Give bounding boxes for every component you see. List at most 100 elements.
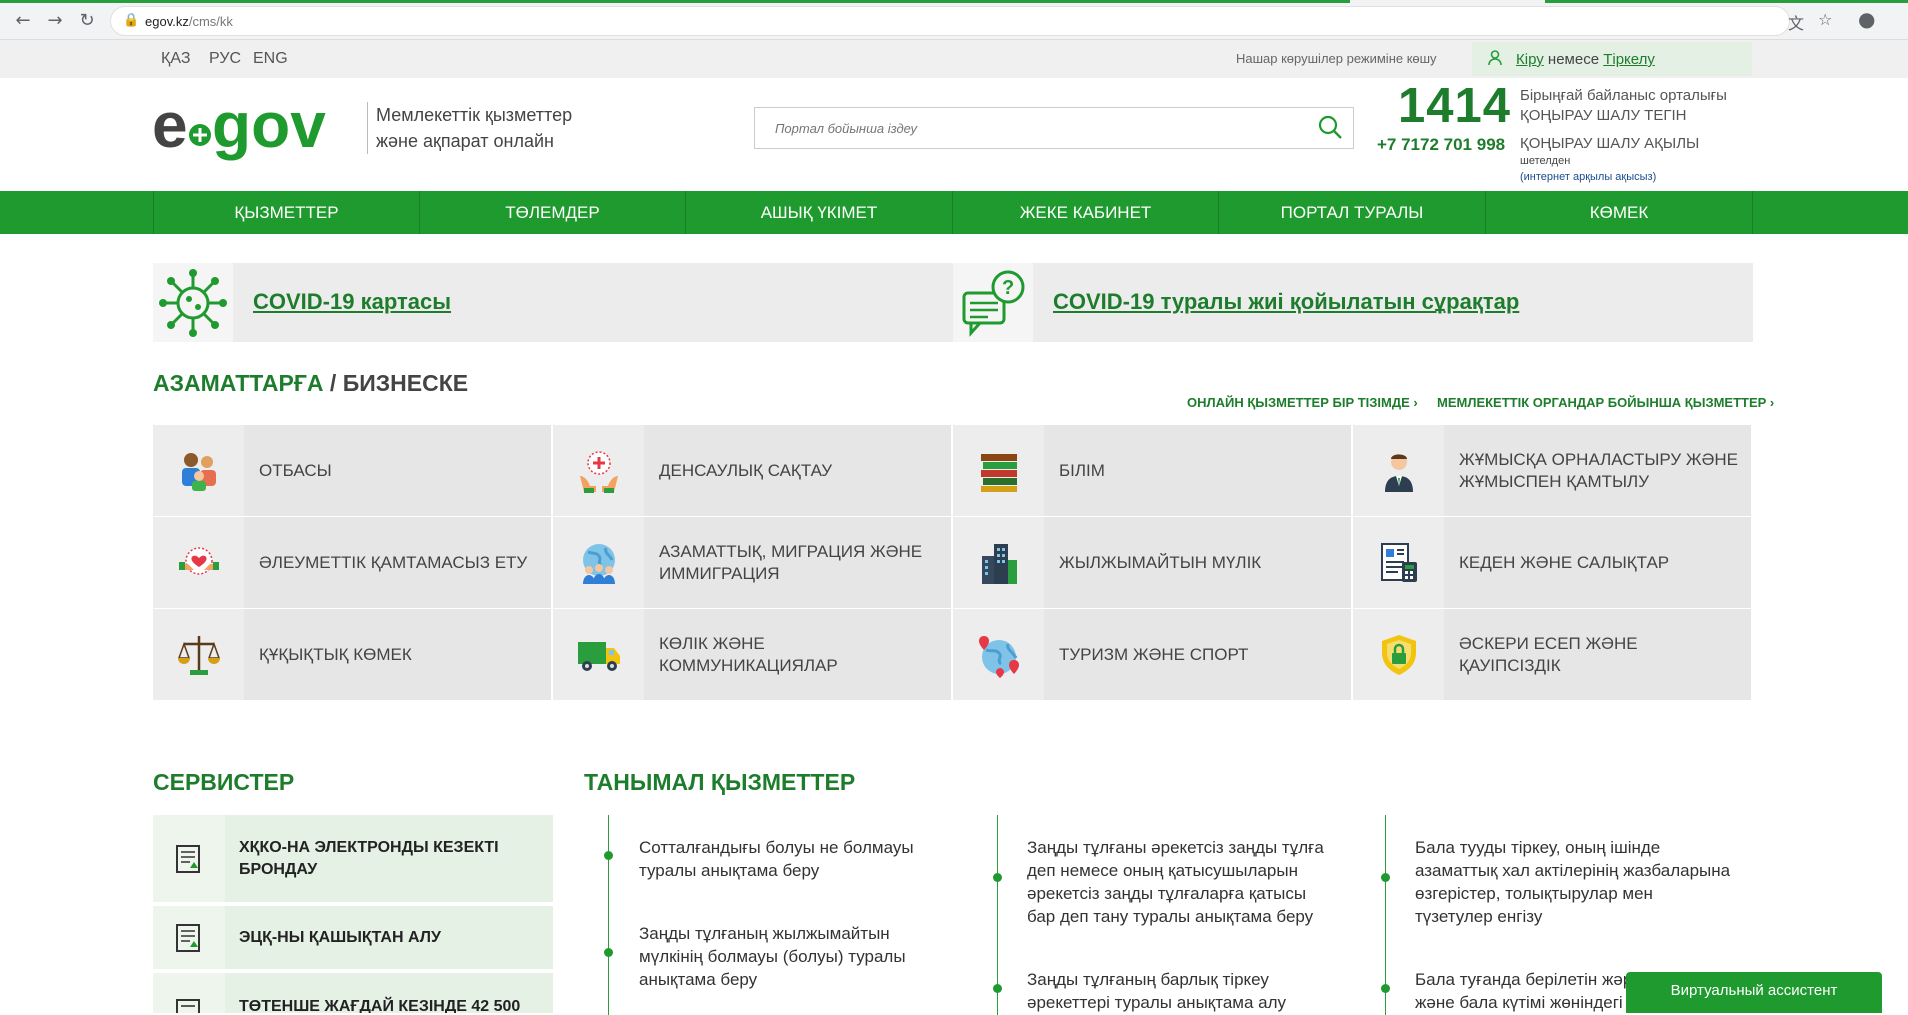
timeline-dot — [604, 948, 613, 957]
category-tile-employment[interactable]: ЖҰМЫСҚА ОРНАЛАСТЫРУ ЖӘНЕ ЖҰМЫСПЕН ҚАМТЫЛ… — [1353, 425, 1751, 516]
covid-faq-link[interactable]: COVID-19 туралы жиі қойылатын сұрақтар — [1053, 289, 1519, 315]
category-tile-legal-aid[interactable]: ҚҰҚЫҚТЫҚ КӨМЕК — [153, 609, 551, 700]
search-input[interactable] — [755, 108, 1305, 148]
globe-pin-icon — [953, 609, 1044, 700]
service-label: ХҚКО-НА ЭЛЕКТРОНДЫ КЕЗЕКТІ БРОНДАУ — [239, 838, 499, 878]
page-load-progress-2 — [1545, 0, 1908, 3]
low-vision-mode-link[interactable]: Нашар көрушілер режиміне көшу — [1236, 51, 1437, 66]
lang-en[interactable]: ENG — [253, 50, 288, 68]
popular-service-link[interactable]: Заңды тұлғаның барлық тіркеу әрекеттері … — [1027, 968, 1332, 1013]
category-label: КЕДЕН ЖӘНЕ САЛЫҚТАР — [1459, 552, 1670, 572]
category-tile-social-security[interactable]: ӘЛЕУМЕТТІК ҚАМТАМАСЫЗ ЕТУ — [153, 517, 551, 608]
star-icon[interactable]: ☆ — [1818, 10, 1832, 29]
popular-service-link[interactable]: Бала тууды тіркеу, оның ішінде азаматтық… — [1415, 836, 1735, 928]
category-label: ОТБАСЫ — [259, 460, 332, 480]
family-icon — [153, 425, 244, 516]
all-services-link[interactable]: ОНЛАЙН ҚЫЗМЕТТЕР БІР ТІЗІМДЕ › — [1187, 395, 1418, 410]
tab-separator: / — [323, 370, 343, 396]
covid-map-banner[interactable]: COVID-19 картасы — [153, 263, 953, 342]
category-label: ӘСКЕРИ ЕСЕП ЖӘНЕ ҚАУІПСІЗДІК — [1459, 633, 1638, 675]
lang-ru[interactable]: РУС — [209, 50, 241, 68]
tagline-line2: және ақпарат онлайн — [376, 131, 554, 151]
timeline-line — [608, 815, 609, 1015]
category-tile-health[interactable]: ДЕНСАУЛЫҚ САҚТАУ — [553, 425, 951, 516]
nav-personal-cabinet[interactable]: ЖЕКЕ КАБИНЕТ — [953, 191, 1219, 234]
lang-kz[interactable]: ҚАЗ — [161, 50, 190, 68]
egov-logo[interactable]: e gov — [152, 89, 342, 162]
tab-citizens[interactable]: АЗАМАТТАРҒА — [153, 370, 324, 396]
hotline-number[interactable]: 1414 — [1398, 78, 1511, 134]
abroad-label: шетелден — [1520, 155, 1571, 167]
covid-map-link[interactable]: COVID-19 картасы — [253, 289, 451, 315]
search-icon[interactable] — [1317, 114, 1343, 145]
shield-lock-icon — [1353, 609, 1444, 700]
health-icon — [553, 425, 644, 516]
svg-text:gov: gov — [212, 92, 326, 161]
nav-help[interactable]: КӨМЕК — [1486, 191, 1753, 234]
service-emergency-payment[interactable]: ТӨТЕНШЕ ЖАҒДАЙ КЕЗІНДЕ 42 500 — [153, 973, 553, 1013]
tab-business[interactable]: БИЗНЕСКЕ — [343, 370, 468, 396]
category-label: ӘЛЕУМЕТТІК ҚАМТАМАСЫЗ ЕТУ — [259, 552, 528, 572]
services-title: СЕРВИСТЕР — [153, 769, 295, 795]
account-icon[interactable]: ● — [1858, 7, 1875, 31]
popular-service-link[interactable]: Сотталғандығы болуы не болмауы туралы ан… — [639, 836, 929, 882]
tax-document-icon — [1353, 517, 1444, 608]
document-icon — [153, 815, 225, 902]
timeline-dot — [993, 984, 1002, 993]
nav-payments[interactable]: ТӨЛЕМДЕР — [420, 191, 686, 234]
covid-faq-banner[interactable]: ? COVID-19 туралы жиі қойылатын сұрақтар — [953, 263, 1753, 342]
search-box — [754, 107, 1354, 149]
category-tile-transport-communications[interactable]: КӨЛІК ЖӘНЕ КОММУНИКАЦИЯЛАР — [553, 609, 951, 700]
tagline-line1: Мемлекеттік қызметтер — [376, 105, 573, 125]
paid-phone-number[interactable]: +7 7172 701 998 — [1377, 135, 1505, 155]
site-tagline: Мемлекеттік қызметтер және ақпарат онлай… — [367, 102, 607, 154]
category-label: КӨЛІК ЖӘНЕ КОММУНИКАЦИЯЛАР — [659, 633, 838, 675]
truck-icon — [553, 609, 644, 700]
timeline-dot — [993, 873, 1002, 882]
register-link[interactable]: Тіркелу — [1603, 51, 1655, 68]
hotline-label-2: ҚОҢЫРАУ ШАЛУ ТЕГІН — [1520, 107, 1687, 124]
document-icon — [153, 906, 225, 969]
service-label: ТӨТЕНШЕ ЖАҒДАЙ КЕЗІНДЕ 42 500 — [239, 998, 521, 1013]
nav-open-government[interactable]: АШЫҚ ҮКІМЕТ — [686, 191, 953, 234]
nav-services[interactable]: ҚЫЗМЕТТЕР — [153, 191, 420, 234]
timeline-dot — [1381, 873, 1390, 882]
category-tile-military-security[interactable]: ӘСКЕРИ ЕСЕП ЖӘНЕ ҚАУІПСІЗДІК — [1353, 609, 1751, 700]
social-care-icon — [153, 517, 244, 608]
nav-about-portal[interactable]: ПОРТАЛ ТУРАЛЫ — [1219, 191, 1486, 234]
forward-icon[interactable]: → — [42, 8, 68, 34]
timeline-dot — [604, 851, 613, 860]
popular-services-title: ТАНЫМАЛ ҚЫЗМЕТТЕР — [584, 769, 856, 795]
lock-icon: 🔒 — [123, 13, 140, 28]
popular-service-link[interactable]: Заңды тұлғаның жылжымайтын мүлкінің болм… — [639, 922, 929, 991]
svg-text:?: ? — [1002, 277, 1014, 299]
category-tile-customs-taxes[interactable]: КЕДЕН ЖӘНЕ САЛЫҚТАР — [1353, 517, 1751, 608]
timeline-dot — [1381, 984, 1390, 993]
service-label: ЭЦҚ-НЫ ҚАШЫҚТАН АЛУ — [239, 928, 441, 946]
service-remote-eds[interactable]: ЭЦҚ-НЫ ҚАШЫҚТАН АЛУ — [153, 906, 553, 969]
address-bar[interactable]: 🔒 egov.kz/cms/kk — [110, 6, 1790, 36]
translate-icon[interactable]: ⽂ — [1788, 10, 1804, 34]
buildings-icon — [953, 517, 1044, 608]
category-label: ТУРИЗМ ЖӘНЕ СПОРТ — [1059, 644, 1249, 664]
faq-chat-icon: ? — [953, 263, 1033, 342]
employee-icon — [1353, 425, 1444, 516]
hotline-label-1: Бірыңғай байланыс орталығы — [1520, 87, 1727, 104]
virtual-assistant-button[interactable]: Виртуальный ассистент — [1626, 972, 1882, 1013]
user-icon — [1488, 50, 1502, 70]
reload-icon[interactable]: ↻ — [74, 8, 100, 34]
category-tile-tourism-sport[interactable]: ТУРИЗМ ЖӘНЕ СПОРТ — [953, 609, 1351, 700]
category-label: ЖҰМЫСҚА ОРНАЛАСТЫРУ ЖӘНЕ ЖҰМЫСПЕН ҚАМТЫЛ… — [1459, 449, 1739, 491]
category-tile-citizenship-migration[interactable]: АЗАМАТТЫҚ, МИГРАЦИЯ ЖӘНЕ ИММИГРАЦИЯ — [553, 517, 951, 608]
category-tile-education[interactable]: БІЛІМ — [953, 425, 1351, 516]
popular-service-link[interactable]: Заңды тұлғаны әрекетсіз заңды тұлға деп … — [1027, 836, 1332, 928]
back-icon[interactable]: ← — [10, 8, 36, 34]
services-by-agency-link[interactable]: МЕМЛЕКЕТТІК ОРГАНДАР БОЙЫНША ҚЫЗМЕТТЕР › — [1437, 395, 1774, 410]
category-label: ДЕНСАУЛЫҚ САҚТАУ — [659, 460, 833, 480]
login-link[interactable]: Кіру — [1516, 51, 1544, 68]
scales-icon — [153, 609, 244, 700]
service-queue-booking[interactable]: ХҚКО-НА ЭЛЕКТРОНДЫ КЕЗЕКТІ БРОНДАУ — [153, 815, 553, 902]
category-tile-real-estate[interactable]: ЖЫЛЖЫМАЙТЫН МҮЛІК — [953, 517, 1351, 608]
books-icon — [953, 425, 1044, 516]
category-tile-family[interactable]: ОТБАСЫ — [153, 425, 551, 516]
